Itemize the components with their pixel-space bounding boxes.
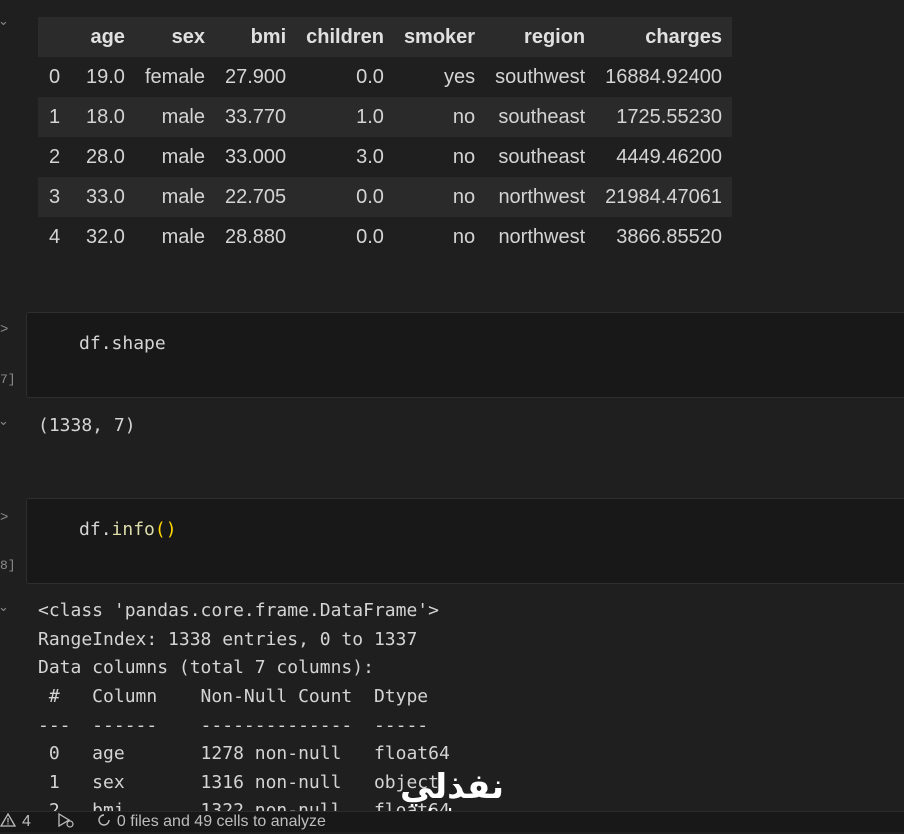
code-token-dot: . [100, 333, 112, 354]
status-bar: 4 0 files and 49 cells to analyze [0, 811, 904, 832]
column-header: children [306, 25, 384, 48]
code-editor-line[interactable]: df.info() [79, 519, 177, 540]
info-output-line: Data columns (total 7 columns): [38, 657, 374, 678]
column-header: bmi [250, 25, 287, 48]
code-token-dot: . [100, 519, 112, 540]
table-cell: southeast [498, 105, 586, 128]
analysis-status-text: 0 files and 49 cells to analyze [116, 813, 326, 830]
table-cell: 32.0 [86, 225, 125, 248]
status-warnings[interactable]: 4 [0, 812, 31, 833]
output-gutter-glyph: ⌄ [0, 600, 9, 615]
code-cell-shape[interactable]: df.shape [26, 312, 904, 398]
status-analysis[interactable]: 0 files and 49 cells to analyze [95, 811, 326, 834]
column-header: smoker [403, 25, 476, 48]
table-cell: male [161, 185, 205, 208]
column-header: charges [645, 25, 722, 48]
table-cell: southwest [495, 65, 586, 88]
code-cell-info[interactable]: df.info() [26, 498, 904, 584]
info-output-line: # Column Non-Null Count Dtype [38, 686, 450, 707]
code-editor-line[interactable]: df.shape [79, 333, 166, 354]
code-token-paren-close: ) [165, 519, 177, 540]
execution-count: 7] [0, 372, 16, 387]
table-cell: 3.0 [356, 145, 384, 168]
table-cell: 4449.46200 [616, 145, 722, 168]
table-cell: 0.0 [356, 185, 384, 208]
table-cell: 3866.85520 [616, 225, 722, 248]
status-run-debug[interactable] [55, 811, 77, 834]
column-header: age [90, 25, 125, 48]
info-output-line: <class 'pandas.core.frame.DataFrame'> [38, 600, 439, 621]
table-cell: 1.0 [356, 105, 384, 128]
table-cell: 0.0 [356, 65, 384, 88]
shape-output: (1338, 7) [38, 415, 136, 436]
warning-count: 4 [22, 813, 31, 830]
table-cell: male [161, 225, 205, 248]
table-cell: 33.0 [86, 185, 125, 208]
table-cell: 18.0 [86, 105, 125, 128]
table-row: 0 19.0 female 27.900 0.0 yes southwest 1… [38, 57, 732, 97]
gutter-glyph: ⌄ [0, 14, 9, 29]
code-token-function: info [111, 519, 155, 540]
table-cell: yes [443, 65, 476, 88]
row-index: 3 [49, 185, 61, 208]
table-cell: no [452, 225, 476, 248]
table-cell: female [144, 65, 205, 88]
info-output-line: 0 age 1278 non-null float64 [38, 743, 450, 764]
table-cell: 33.770 [224, 105, 287, 128]
run-cell-chevron-icon[interactable]: > [0, 510, 8, 526]
run-debug-icon [55, 811, 77, 834]
table-cell: 33.000 [224, 145, 287, 168]
table-cell: 22.705 [224, 185, 287, 208]
table-cell: no [452, 105, 476, 128]
index-header [38, 17, 76, 57]
run-cell-chevron-icon[interactable]: > [0, 322, 8, 338]
table-cell: northwest [498, 185, 586, 208]
table-cell: 0.0 [356, 225, 384, 248]
table-cell: 27.900 [224, 65, 287, 88]
table-cell: 19.0 [86, 65, 125, 88]
table-row: 4 32.0 male 28.880 0.0 no northwest 3866… [38, 217, 732, 257]
table-cell: male [161, 145, 205, 168]
table-cell: southeast [498, 145, 586, 168]
table-cell: 28.880 [224, 225, 287, 248]
column-header: sex [171, 25, 205, 48]
table-header-row: age sex bmi children smoker region charg… [38, 17, 732, 57]
code-token-variable: df [79, 519, 101, 540]
table-cell: northwest [498, 225, 586, 248]
info-output-line: RangeIndex: 1338 entries, 0 to 1337 [38, 629, 418, 650]
dataframe-table: age sex bmi children smoker region charg… [38, 17, 732, 257]
column-header: region [524, 25, 586, 48]
execution-count: 8] [0, 558, 16, 573]
table-cell: no [452, 185, 476, 208]
table-cell: 1725.55230 [616, 105, 722, 128]
row-index: 4 [49, 225, 61, 248]
warning-triangle-icon [0, 812, 17, 833]
watermark-logo: نفذلي [399, 767, 505, 807]
row-index: 0 [49, 65, 61, 88]
output-gutter-glyph: ⌄ [0, 414, 9, 429]
code-token-attribute: shape [111, 333, 166, 354]
info-output-line: 1 sex 1316 non-null object [38, 772, 450, 793]
table-cell: no [452, 145, 476, 168]
info-output-line: --- ------ -------------- ----- [38, 715, 450, 736]
table-row: 2 28.0 male 33.000 3.0 no southeast 4449… [38, 137, 732, 177]
loading-spinner-icon [95, 811, 113, 834]
table-row: 3 33.0 male 22.705 0.0 no northwest 2198… [38, 177, 732, 217]
table-cell: 28.0 [86, 145, 125, 168]
table-cell: 16884.92400 [605, 65, 722, 88]
row-index: 1 [49, 105, 61, 128]
code-token-paren-open: ( [154, 519, 166, 540]
table-cell: 21984.47061 [605, 185, 722, 208]
table-row: 1 18.0 male 33.770 1.0 no southeast 1725… [38, 97, 732, 137]
table-cell: male [161, 105, 205, 128]
code-token-variable: df [79, 333, 101, 354]
row-index: 2 [49, 145, 61, 168]
